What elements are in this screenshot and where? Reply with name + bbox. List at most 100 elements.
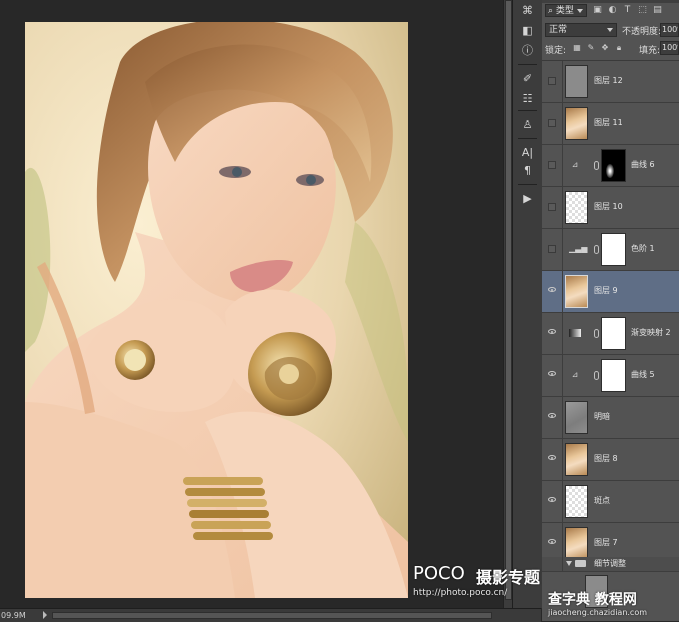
layer-name: 图层 12 [594,76,623,85]
layer-row-selected[interactable]: 图层 9 [542,271,679,313]
mask-link-icon[interactable] [594,329,599,338]
layer-group-row[interactable]: 细节调整 [542,557,679,572]
visibility-toggle[interactable] [542,103,563,144]
visibility-toggle[interactable] [542,145,563,186]
eye-icon [548,455,556,460]
lock-all-icon[interactable]: 🔒︎ [614,43,624,53]
fill-input[interactable]: 100% [660,41,679,55]
visibility-toggle[interactable] [542,187,563,228]
filter-kind-label: 类型 [555,6,574,16]
actions-play-icon[interactable]: ▶ [520,192,535,206]
adjustment-filter-icon[interactable]: ◐ [607,5,618,16]
layer-mask-thumbnail[interactable] [601,317,626,350]
chevron-down-icon [577,9,583,13]
lock-image-icon[interactable]: ✎ [586,43,596,53]
layer-row[interactable]: ⊿ 曲线 5 [542,355,679,397]
layer-name: 曲线 5 [631,370,655,379]
adjustments-icon[interactable]: ☷ [520,92,535,106]
character-icon[interactable]: A| [520,146,535,160]
curves-icon: ⊿ [571,370,579,379]
visibility-toggle[interactable] [542,61,563,102]
layer-row[interactable]: 斑点 [542,481,679,523]
layer-row[interactable]: 图层 11 [542,103,679,145]
hidden-box-icon [548,245,556,253]
layer-thumbnail [565,443,588,476]
mask-link-icon[interactable] [594,161,599,170]
status-bar: 09.9M [0,608,541,622]
mask-link-icon[interactable] [594,245,599,254]
info-icon[interactable]: ⓘ [520,44,535,58]
expand-caret-icon[interactable] [566,561,572,566]
layer-mask-thumbnail[interactable] [601,233,626,266]
horizontal-scroll-thumb[interactable] [52,612,492,619]
poco-watermark-cn: 摄影专题 [476,568,541,587]
layer-thumbnail [565,191,588,224]
separator [518,138,537,139]
layer-list: 图层 12 图层 11 ⊿ 曲线 6 图层 10 ▁▃▅ 色阶 1 图层 9 渐… [542,61,679,565]
layer-row[interactable]: 图层 8 [542,439,679,481]
layer-mask-thumbnail[interactable] [601,149,626,182]
document-canvas[interactable] [25,22,408,598]
horizontal-scrollbar[interactable] [52,612,492,619]
separator [518,64,537,65]
pixel-filter-icon[interactable]: ▣ [592,5,603,16]
visibility-toggle[interactable] [542,355,563,396]
history-icon[interactable]: ⌘ [520,4,535,18]
lock-transparent-icon[interactable]: ▦ [572,43,582,53]
type-filter-icon[interactable]: T [622,5,633,16]
poco-watermark: POCO [413,563,465,584]
layers-panel: ⌕ 类型 ▣ ◐ T ⬚ ▤ 正常 不透明度: 100% 锁定: ▦ ✎ ✥ 🔒… [542,0,679,621]
layer-filter-select[interactable]: ⌕ 类型 [545,4,587,17]
paragraph-icon[interactable]: ¶ [520,164,535,178]
chazidian-watermark: 查字典 教程网 [548,592,637,608]
layer-mask-thumbnail[interactable] [601,359,626,392]
visibility-toggle[interactable] [542,271,563,312]
layer-thumbnail [565,107,588,140]
blend-mode-select[interactable]: 正常 [545,23,617,37]
layer-row[interactable]: 明暗 [542,397,679,439]
poco-watermark-url: http://photo.poco.cn/ [413,588,508,598]
layer-row[interactable]: 图层 12 [542,61,679,103]
layer-name: 色阶 1 [631,244,655,253]
smart-object-filter-icon[interactable]: ▤ [652,5,663,16]
brush-presets-icon[interactable]: ✐ [520,72,535,86]
eye-icon [548,539,556,544]
chevron-down-icon [607,28,613,32]
layer-row[interactable]: ▁▃▅ 色阶 1 [542,229,679,271]
eye-icon [548,413,556,418]
layer-row[interactable]: 渐变映射 2 [542,313,679,355]
clone-source-icon[interactable]: ♙ [520,118,535,132]
visibility-toggle[interactable] [542,313,563,354]
vertical-scroll-thumb[interactable] [505,0,512,600]
panel-icon-strip: ⌘ ◧ ⓘ ✐ ☷ ♙ A| ¶ ▶ [512,0,543,608]
layer-row[interactable]: ⊿ 曲线 6 [542,145,679,187]
search-icon: ⌕ [548,6,556,16]
layer-name: 图层 10 [594,202,623,211]
layer-name: 图层 11 [594,118,623,127]
photo-image [25,22,408,598]
separator [518,184,537,185]
eye-icon [548,497,556,502]
mask-link-icon[interactable] [594,371,599,380]
canvas-area[interactable] [0,0,513,608]
folder-icon [575,560,586,567]
lock-position-icon[interactable]: ✥ [600,43,610,53]
status-menu-arrow-icon[interactable] [43,611,47,619]
visibility-toggle[interactable] [542,481,563,522]
visibility-toggle[interactable] [542,557,563,571]
lock-label: 锁定: [545,46,567,56]
swatches-icon[interactable]: ◧ [520,24,535,38]
eye-icon [548,371,556,376]
visibility-toggle[interactable] [542,397,563,438]
hidden-box-icon [548,203,556,211]
layer-row[interactable]: 图层 10 [542,187,679,229]
layer-name: 图层 9 [594,286,618,295]
chazidian-watermark-url: jiaocheng.chazidian.com [548,608,648,617]
visibility-toggle[interactable] [542,229,563,270]
shape-filter-icon[interactable]: ⬚ [637,5,648,16]
visibility-toggle[interactable] [542,439,563,480]
fill-label: 填充: [639,46,661,56]
layer-thumbnail [565,275,588,308]
opacity-input[interactable]: 100% [660,23,679,37]
eye-icon [548,329,556,334]
